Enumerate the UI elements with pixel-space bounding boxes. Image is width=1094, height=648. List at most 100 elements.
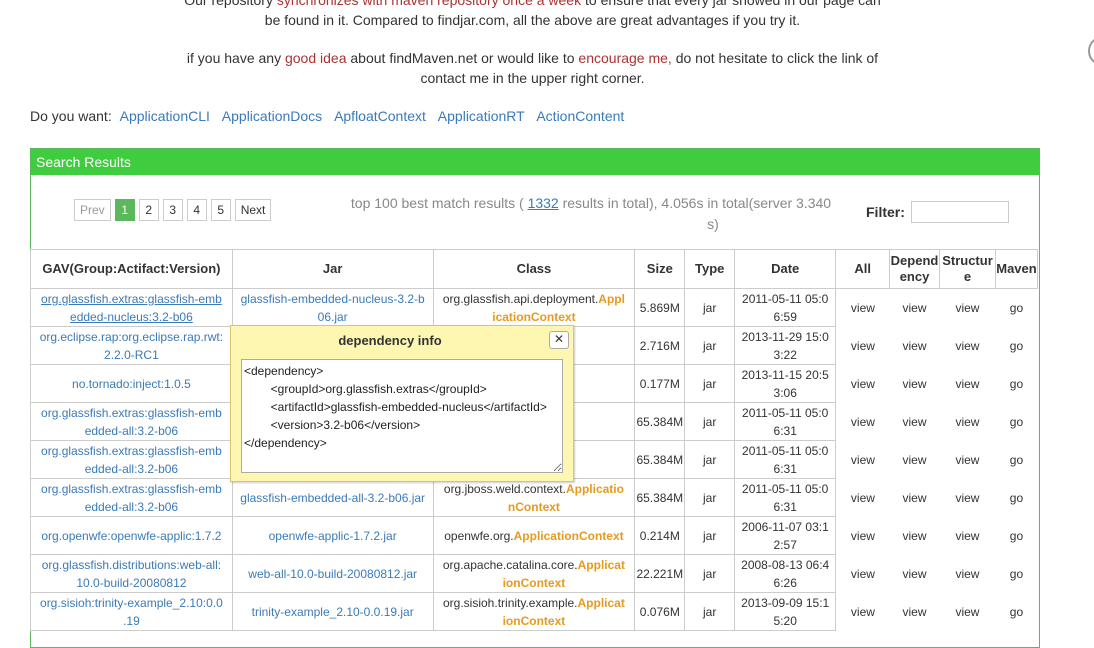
view-structure-link[interactable]: view <box>940 327 996 365</box>
size-cell: 65.384M <box>634 478 686 517</box>
view-structure-link[interactable]: view <box>940 517 996 555</box>
view-all-link[interactable]: view <box>836 593 890 631</box>
date-cell: 2011-05-11 05:0 6:31 <box>734 402 837 441</box>
suggestion-link[interactable]: ApplicationRT <box>438 108 525 124</box>
result-count-link[interactable]: 1332 <box>528 195 559 211</box>
gav-link[interactable]: org.glassfish.extras:glassfish-emb edded… <box>41 292 222 324</box>
view-dependency-link[interactable]: view <box>890 441 940 479</box>
jar-link[interactable]: trinity-example_2.10-0.0.19.jar <box>252 605 414 619</box>
maven-go-link[interactable]: go <box>995 327 1037 365</box>
gav-cell[interactable]: no.tornado:inject:1.0.5 <box>30 364 233 403</box>
suggestion-link[interactable]: ApplicationCLI <box>120 108 210 124</box>
suggestion-bar: Do you want: ApplicationCLI ApplicationD… <box>30 108 624 124</box>
view-dependency-link[interactable]: view <box>890 327 940 365</box>
jar-cell[interactable]: glassfish-embedded-all-3.2-b06.jar <box>231 478 434 517</box>
gav-cell[interactable]: org.sisioh:trinity-example_2.10:0.0 .19 <box>30 592 233 631</box>
table-row: org.openwfe:openwfe-applic:1.7.2 openwfe-… <box>30 516 1038 555</box>
type-cell: jar <box>684 554 736 593</box>
suggestion-link[interactable]: ApfloatContext <box>334 108 426 124</box>
gav-cell[interactable]: org.glassfish.extras:glassfish-emb edded… <box>30 402 233 441</box>
page-button-5[interactable]: 5 <box>210 199 231 221</box>
gav-cell[interactable]: org.glassfish.extras:glassfish-emb edded… <box>30 288 233 327</box>
page-button-2[interactable]: 2 <box>138 199 159 221</box>
gav-link[interactable]: org.glassfish.extras:glassfish-emb edded… <box>41 406 222 438</box>
jar-link[interactable]: web-all-10.0-build-20080812.jar <box>248 567 417 581</box>
gav-link[interactable]: org.glassfish.distributions:web-all: 10.… <box>42 558 221 590</box>
view-dependency-link[interactable]: view <box>890 289 940 327</box>
gav-link[interactable]: org.glassfish.extras:glassfish-emb edded… <box>41 482 222 514</box>
view-structure-link[interactable]: view <box>940 479 996 517</box>
jar-cell[interactable]: web-all-10.0-build-20080812.jar <box>231 554 434 593</box>
intro-highlight: synchronizes with maven repository once … <box>276 0 582 8</box>
maven-go-link[interactable]: go <box>995 555 1037 593</box>
jar-link[interactable]: openwfe-applic-1.7.2.jar <box>269 529 397 543</box>
view-structure-link[interactable]: view <box>940 403 996 441</box>
view-all-link[interactable]: view <box>836 403 890 441</box>
jar-cell[interactable]: glassfish-embedded-nucleus-3.2-b 06.jar <box>231 288 434 327</box>
gav-cell[interactable]: org.glassfish.extras:glassfish-emb edded… <box>30 478 233 517</box>
gav-cell[interactable]: org.openwfe:openwfe-applic:1.7.2 <box>30 516 233 555</box>
class-package: org.sisioh.trinity.example. <box>443 595 578 610</box>
view-dependency-link[interactable]: view <box>890 517 940 555</box>
class-package: org.apache.catalina.core. <box>442 557 578 572</box>
close-icon[interactable]: ✕ <box>549 331 569 349</box>
size-cell: 2.716M <box>634 326 686 365</box>
next-page-button[interactable]: Next <box>234 199 272 221</box>
intro-text: do not hesitate to click the link of <box>671 50 879 66</box>
gav-link[interactable]: org.eclipse.rap:org.eclipse.rap.rwt: 2.2… <box>40 330 223 362</box>
view-all-link[interactable]: view <box>836 555 890 593</box>
maven-go-link[interactable]: go <box>995 479 1037 517</box>
page-button-4[interactable]: 4 <box>186 199 207 221</box>
view-dependency-link[interactable]: view <box>890 593 940 631</box>
gav-link[interactable]: org.glassfish.extras:glassfish-emb edded… <box>41 444 222 476</box>
page-button-3[interactable]: 3 <box>162 199 183 221</box>
maven-go-link[interactable]: go <box>995 441 1037 479</box>
view-all-link[interactable]: view <box>836 441 890 479</box>
filter-label: Filter: <box>866 204 905 220</box>
view-structure-link[interactable]: view <box>940 555 996 593</box>
gav-cell[interactable]: org.glassfish.distributions:web-all: 10.… <box>30 554 233 593</box>
suggestion-link[interactable]: ApplicationDocs <box>222 108 322 124</box>
filter-input[interactable] <box>911 201 1009 223</box>
view-all-link[interactable]: view <box>836 365 890 403</box>
circle-icon[interactable] <box>1088 36 1094 66</box>
size-cell: 65.384M <box>634 402 686 441</box>
class-cell: org.jboss.weld.context.Applicatio nConte… <box>432 478 636 517</box>
view-structure-link[interactable]: view <box>940 593 996 631</box>
dependency-xml-textarea[interactable] <box>241 359 563 473</box>
maven-go-link[interactable]: go <box>995 365 1037 403</box>
view-dependency-link[interactable]: view <box>890 479 940 517</box>
view-structure-link[interactable]: view <box>940 441 996 479</box>
type-cell: jar <box>684 326 736 365</box>
view-all-link[interactable]: view <box>836 327 890 365</box>
class-match-highlight: ApplicationContext <box>513 528 624 543</box>
suggestion-link[interactable]: ActionContent <box>536 108 624 124</box>
view-dependency-link[interactable]: view <box>890 365 940 403</box>
page-button-1[interactable]: 1 <box>114 199 135 221</box>
maven-go-link[interactable]: go <box>995 517 1037 555</box>
view-dependency-link[interactable]: view <box>890 403 940 441</box>
gav-cell[interactable]: org.glassfish.extras:glassfish-emb edded… <box>30 440 233 479</box>
view-structure-link[interactable]: view <box>940 365 996 403</box>
jar-cell[interactable]: openwfe-applic-1.7.2.jar <box>231 516 434 555</box>
view-all-link[interactable]: view <box>836 479 890 517</box>
jar-link[interactable]: glassfish-embedded-all-3.2-b06.jar <box>240 491 425 505</box>
view-structure-link[interactable]: view <box>940 289 996 327</box>
type-cell: jar <box>684 478 736 517</box>
gav-link[interactable]: no.tornado:inject:1.0.5 <box>72 377 191 391</box>
maven-go-link[interactable]: go <box>995 289 1037 327</box>
view-all-link[interactable]: view <box>836 517 890 555</box>
jar-cell[interactable]: trinity-example_2.10-0.0.19.jar <box>231 592 434 631</box>
prev-page-button[interactable]: Prev <box>74 199 111 221</box>
stats-text: top 100 best match results ( <box>350 195 528 211</box>
maven-go-link[interactable]: go <box>995 593 1037 631</box>
gav-link[interactable]: org.openwfe:openwfe-applic:1.7.2 <box>41 529 221 543</box>
view-all-link[interactable]: view <box>836 289 890 327</box>
view-dependency-link[interactable]: view <box>890 555 940 593</box>
table-header-row: GAV(Group:Actifact:Version) Jar Class Si… <box>30 249 1039 289</box>
maven-go-link[interactable]: go <box>995 403 1037 441</box>
intro-text: be found in it. Compared to findjar.com,… <box>264 12 801 28</box>
gav-link[interactable]: org.sisioh:trinity-example_2.10:0.0 .19 <box>40 596 223 628</box>
gav-cell[interactable]: org.eclipse.rap:org.eclipse.rap.rwt: 2.2… <box>30 326 233 365</box>
jar-link[interactable]: glassfish-embedded-nucleus-3.2-b 06.jar <box>241 292 425 324</box>
